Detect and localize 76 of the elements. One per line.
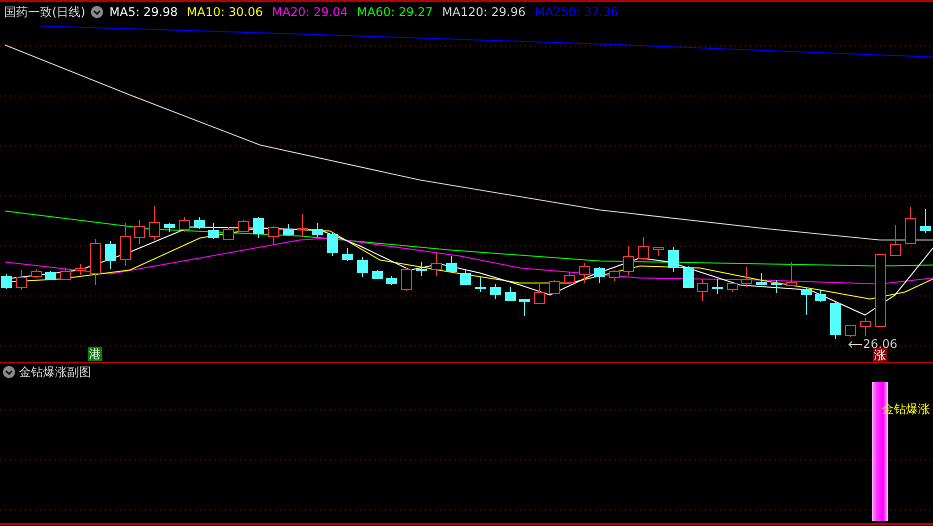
dropdown-icon[interactable] (91, 6, 104, 18)
moving-average-value: MA5: 29.98 (109, 5, 178, 19)
candlestick (372, 270, 383, 280)
candlestick (623, 246, 634, 276)
sub-chart-title: 金钻爆涨副图 (19, 364, 91, 380)
candlestick (712, 278, 723, 294)
candlestick (845, 324, 856, 338)
stock-title: 国药一致(日线) (4, 4, 86, 20)
candlestick (683, 266, 694, 288)
candlestick (194, 216, 205, 230)
candlestick (801, 288, 812, 316)
candlestick (505, 286, 516, 301)
signal-badge: 港 (88, 347, 102, 361)
candlestick (830, 302, 841, 340)
candlestick (45, 270, 56, 280)
candlestick (238, 220, 249, 232)
moving-average-value: MA120: 29.96 (442, 5, 526, 19)
candlestick (120, 222, 131, 266)
candlestick (815, 290, 826, 302)
candlestick (327, 232, 338, 256)
candlestick (31, 268, 42, 278)
candlestick (253, 216, 264, 238)
candlestick (75, 264, 86, 276)
candlestick (534, 284, 545, 304)
dropdown-icon[interactable] (3, 366, 15, 378)
candlestick (149, 206, 160, 240)
candlestick (638, 236, 649, 260)
candlestick (579, 262, 590, 284)
candlestick (860, 318, 871, 336)
candlestick (741, 266, 752, 288)
candlestick (460, 270, 471, 286)
candlestick (756, 272, 767, 286)
moving-average-value: MA250: 37.36 (534, 5, 618, 19)
candlestick (268, 226, 279, 244)
moving-average-value: MA60: 29.27 (356, 5, 433, 19)
candlestick (357, 256, 368, 278)
candlestick (475, 276, 486, 292)
candlestick (519, 298, 530, 316)
arrow-icon (848, 340, 862, 348)
candlestick (890, 224, 901, 256)
candlestick (223, 226, 234, 240)
candlestick (905, 206, 916, 244)
candlestick (771, 280, 782, 294)
candlestick (90, 238, 101, 286)
moving-average-value: MA20: 29.04 (272, 5, 348, 19)
candlestick (653, 246, 664, 256)
candlestick (283, 224, 294, 236)
candlestick (549, 280, 560, 294)
candlestick (134, 220, 145, 244)
moving-average-value: MA10: 30.06 (186, 5, 263, 19)
candlestick (1, 274, 12, 290)
candlestick (431, 252, 442, 276)
candlestick (386, 276, 397, 286)
candlestick (297, 214, 308, 238)
candlestick (164, 222, 175, 232)
candlestick (105, 240, 116, 270)
signal-label: 金钻爆涨 (882, 401, 930, 418)
candlestick (668, 246, 679, 272)
signal-badge: 涨 (873, 348, 887, 362)
candlestick (312, 222, 323, 238)
candlestick (490, 284, 501, 300)
candlestick (609, 270, 620, 282)
candlestick (401, 268, 412, 292)
candlestick (208, 222, 219, 240)
candlestick (920, 208, 931, 234)
candlestick (416, 262, 427, 276)
candlestick (564, 272, 575, 284)
candlestick (594, 266, 605, 284)
candlestick (727, 282, 738, 292)
candlestick (697, 278, 708, 302)
candlestick (179, 216, 190, 232)
candlestick (786, 262, 797, 286)
candlestick (446, 256, 457, 272)
candlestick (342, 248, 353, 262)
candlestick (16, 270, 27, 290)
candlestick (60, 268, 71, 280)
